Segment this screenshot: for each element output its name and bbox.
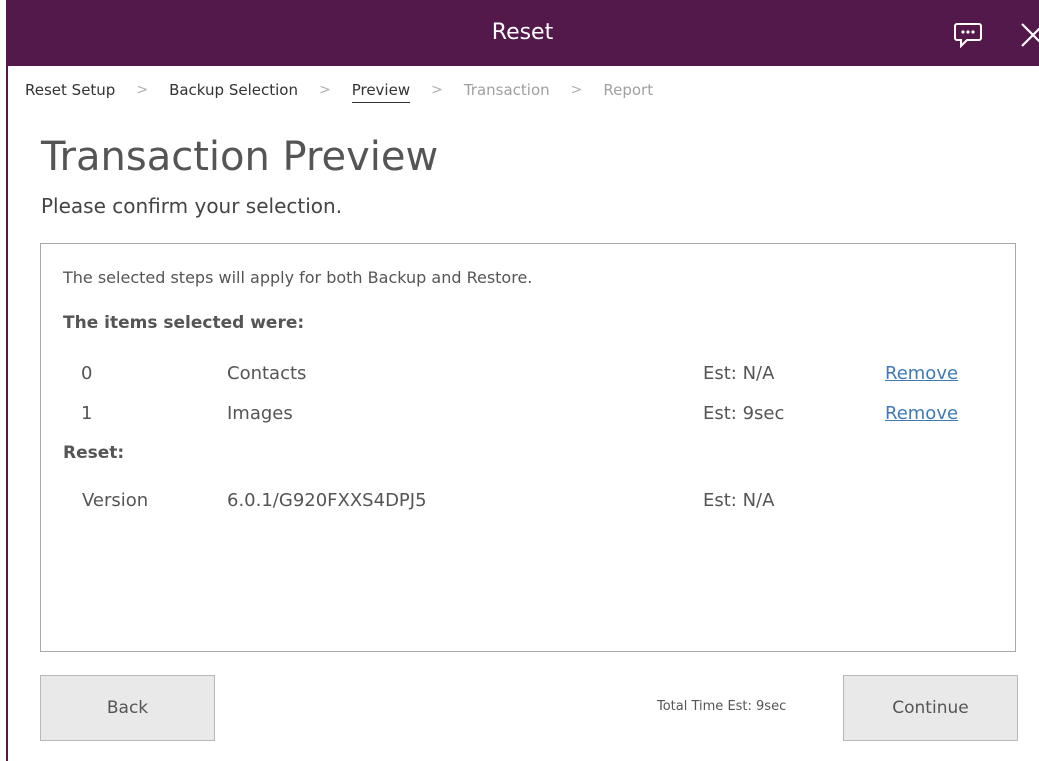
reset-heading: Reset: bbox=[63, 443, 125, 463]
selected-item-row: 0 Contacts Est: N/A Remove bbox=[41, 359, 1015, 389]
chat-bubble-icon[interactable] bbox=[954, 22, 982, 49]
breadcrumb: Reset Setup > Backup Selection > Preview… bbox=[25, 78, 654, 103]
back-button[interactable]: Back bbox=[40, 675, 215, 741]
breadcrumb-item-transaction: Transaction bbox=[463, 81, 550, 99]
close-icon[interactable] bbox=[1017, 20, 1039, 50]
breadcrumb-item-reset-setup[interactable]: Reset Setup bbox=[25, 81, 115, 99]
remove-contacts-link[interactable]: Remove bbox=[885, 359, 958, 389]
window-title: Reset bbox=[491, 20, 554, 45]
continue-button[interactable]: Continue bbox=[843, 675, 1018, 741]
title-bar: Reset bbox=[6, 0, 1039, 66]
item-index: 0 bbox=[81, 363, 93, 384]
reset-version-row: Version 6.0.1/G920FXXS4DPJ5 Est: N/A bbox=[41, 486, 1015, 516]
page-title: Transaction Preview bbox=[41, 134, 439, 180]
breadcrumb-item-backup-selection[interactable]: Backup Selection bbox=[169, 81, 298, 99]
item-name: Contacts bbox=[227, 363, 307, 384]
window-left-border bbox=[6, 48, 8, 761]
page-subtitle: Please confirm your selection. bbox=[41, 194, 343, 218]
selection-summary-panel: The selected steps will apply for both B… bbox=[40, 243, 1016, 652]
breadcrumb-separator: > bbox=[136, 82, 149, 98]
remove-images-link[interactable]: Remove bbox=[885, 399, 958, 429]
reset-version-label: Version bbox=[82, 490, 149, 511]
item-name: Images bbox=[227, 403, 293, 424]
item-estimate: Est: N/A bbox=[703, 363, 775, 384]
total-time-estimate: Total Time Est: 9sec bbox=[657, 699, 787, 714]
selection-note: The selected steps will apply for both B… bbox=[63, 268, 533, 287]
breadcrumb-item-preview[interactable]: Preview bbox=[351, 81, 411, 103]
reset-estimate: Est: N/A bbox=[703, 490, 775, 511]
breadcrumb-item-report: Report bbox=[603, 81, 654, 99]
selected-item-row: 1 Images Est: 9sec Remove bbox=[41, 399, 1015, 429]
breadcrumb-separator: > bbox=[318, 82, 331, 98]
item-index: 1 bbox=[81, 403, 93, 424]
breadcrumb-separator: > bbox=[570, 82, 583, 98]
breadcrumb-separator: > bbox=[431, 82, 443, 98]
item-estimate: Est: 9sec bbox=[703, 403, 785, 424]
items-heading: The items selected were: bbox=[63, 313, 305, 333]
reset-version-value: 6.0.1/G920FXXS4DPJ5 bbox=[227, 490, 427, 511]
